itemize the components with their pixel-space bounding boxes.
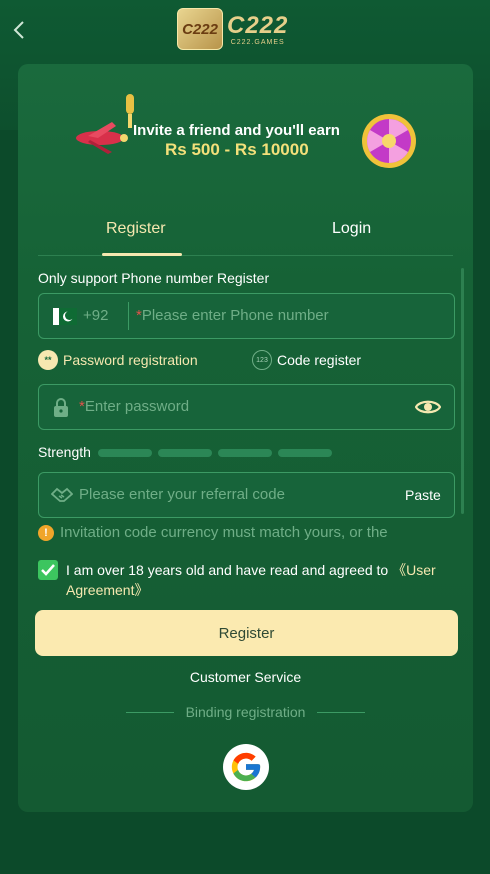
paste-button[interactable]: Paste (405, 487, 441, 503)
customer-service-link[interactable]: Customer Service (18, 669, 473, 685)
scrollbar[interactable] (461, 268, 464, 514)
logo: C222 C222 C222.GAMES (177, 8, 288, 50)
divider (125, 711, 174, 713)
strength-bar-3 (218, 449, 272, 457)
binding-label: Binding registration (185, 704, 306, 720)
option-code-register[interactable]: 123 Code register (252, 350, 361, 370)
password-input[interactable]: Enter password (85, 398, 189, 415)
strength-label: Strength (38, 444, 91, 460)
currency-warning: ! Invitation code currency must match yo… (38, 524, 388, 541)
country-code[interactable]: +92 (83, 307, 108, 324)
divider (128, 302, 129, 330)
phone-input[interactable]: Please enter Phone number (142, 307, 329, 324)
active-tab-indicator (102, 253, 182, 256)
back-arrow-icon[interactable] (10, 18, 30, 42)
referral-input[interactable]: Please enter your referral code (79, 486, 285, 503)
agree-checkbox[interactable] (38, 560, 58, 580)
tab-register[interactable]: Register (106, 220, 166, 238)
invite-banner[interactable]: Invite a friend and you'll earn Rs 500 -… (68, 94, 428, 174)
prize-wheel-icon (362, 114, 416, 168)
binding-registration: Binding registration (18, 704, 473, 720)
handshake-icon (51, 487, 73, 502)
agreement-text: I am over 18 years old and have read and… (66, 562, 436, 598)
option-password-registration[interactable]: ** Password registration (38, 350, 198, 370)
divider (317, 711, 366, 713)
banner-line1: Invite a friend and you'll earn (133, 122, 340, 139)
lock-icon (54, 398, 68, 417)
warning-icon: ! (38, 524, 54, 541)
google-login-button[interactable] (223, 744, 269, 790)
logo-text: C222 (227, 11, 289, 39)
registration-options: ** Password registration 123 Code regist… (38, 350, 455, 372)
google-icon (231, 752, 261, 782)
password-field[interactable]: *Enter password (38, 384, 455, 430)
logo-badge: C222 (177, 8, 223, 50)
strength-bar-4 (278, 449, 332, 457)
phone-field[interactable]: +92 *Please enter Phone number (38, 293, 455, 339)
phone-support-label: Only support Phone number Register (38, 270, 270, 286)
strength-bar-1 (98, 449, 152, 457)
eye-icon[interactable] (415, 398, 441, 416)
auth-tabs: Register Login (38, 208, 453, 256)
password-option-icon: ** (38, 350, 58, 370)
strength-bar-2 (158, 449, 212, 457)
logo-subtext: C222.GAMES (230, 38, 285, 46)
register-card: Invite a friend and you'll earn Rs 500 -… (18, 64, 473, 812)
register-button[interactable]: Register (35, 610, 458, 656)
banner-line2: Rs 500 - Rs 10000 (165, 140, 309, 159)
plane-icon (76, 122, 128, 154)
checkmark-icon (41, 564, 55, 576)
tab-login[interactable]: Login (332, 220, 371, 238)
code-option-icon: 123 (252, 350, 272, 370)
pakistan-flag-icon (53, 308, 77, 325)
referral-field[interactable]: Please enter your referral code Paste (38, 472, 455, 518)
top-bar: C222 C222 C222.GAMES (0, 0, 490, 64)
